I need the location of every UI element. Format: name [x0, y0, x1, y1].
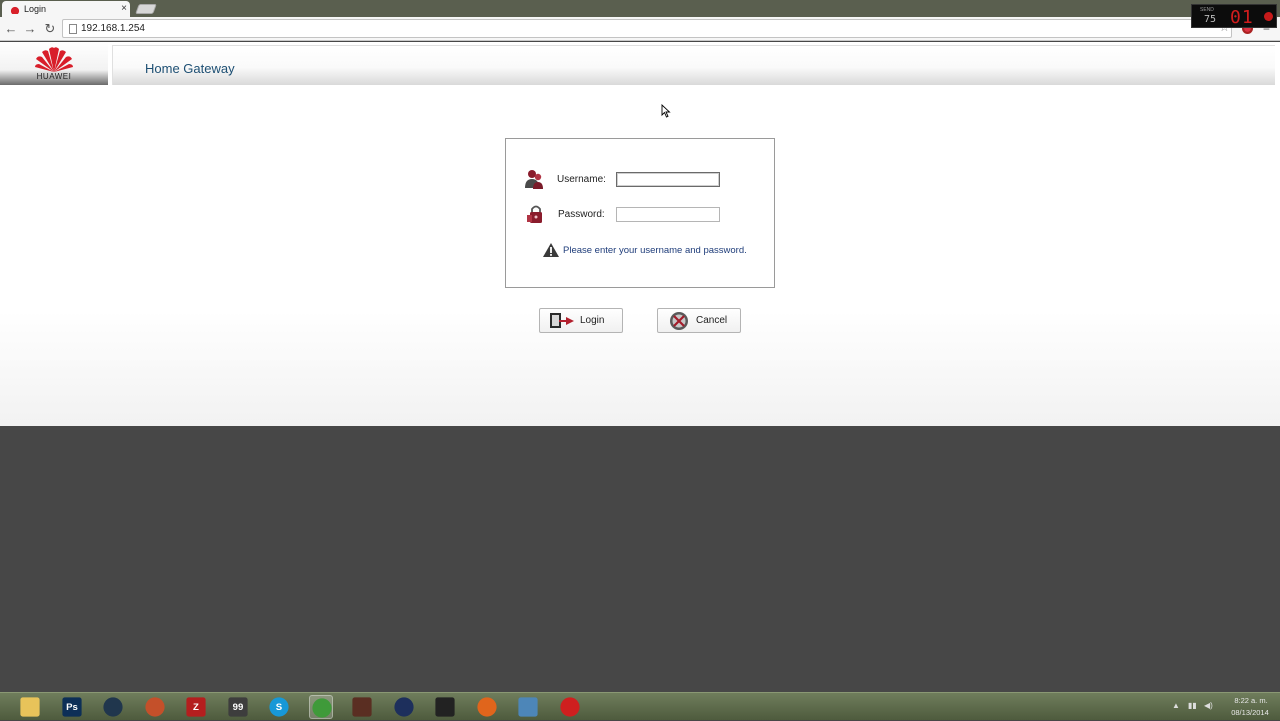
- cinema4d-icon: [394, 697, 414, 717]
- taskbar-item-app-orange[interactable]: [143, 695, 167, 719]
- password-lock-icon: [527, 205, 542, 223]
- login-door-icon: [550, 313, 574, 328]
- app-blue-icon: [518, 697, 538, 717]
- unity-icon: [435, 697, 455, 717]
- browser-toolbar: ← → ↻ 192.168.1.254: [0, 17, 1280, 41]
- taskbar-item-filezilla[interactable]: Z: [184, 695, 208, 719]
- taskbar-item-unity[interactable]: [433, 695, 457, 719]
- address-url[interactable]: 192.168.1.254: [81, 20, 145, 37]
- filezilla-icon: Z: [186, 697, 206, 717]
- cancel-button-label: Cancel: [696, 315, 728, 326]
- header-title-bar: Home Gateway: [112, 45, 1275, 85]
- reload-icon[interactable]: ↻: [42, 20, 58, 38]
- page-icon: [69, 24, 77, 34]
- username-input[interactable]: [616, 172, 720, 187]
- taskbar-item-file-explorer[interactable]: [18, 695, 42, 719]
- taskbar-item-chrome[interactable]: [309, 695, 333, 719]
- taskbar-item-firefox[interactable]: [475, 695, 499, 719]
- file-explorer-icon: [20, 697, 40, 717]
- taskbar-item-record[interactable]: [558, 695, 582, 719]
- user-icon: [525, 170, 543, 189]
- warning-icon: [543, 243, 559, 257]
- recorder-small-count: 75: [1204, 14, 1217, 25]
- taskbar-item-photoshop[interactable]: Ps: [60, 695, 84, 719]
- back-arrow-icon[interactable]: ←: [3, 20, 19, 38]
- app-dark-icon: 99: [228, 697, 248, 717]
- taskbar-item-skype[interactable]: S: [267, 695, 291, 719]
- tab-login[interactable]: Login ×: [2, 1, 130, 17]
- recorder-count: 01: [1230, 7, 1254, 28]
- gateway-header: HUAWEI Home Gateway: [0, 42, 1280, 86]
- volume-icon[interactable]: ◀): [1204, 701, 1213, 710]
- steam-icon: [103, 697, 123, 717]
- username-label: Username:: [557, 174, 606, 185]
- clock-date[interactable]: 08/13/2014: [1222, 708, 1278, 717]
- taskbar-item-steam[interactable]: [101, 695, 125, 719]
- record-icon: [560, 697, 580, 717]
- app-orange-icon: [145, 697, 165, 717]
- huawei-logo-icon: [35, 47, 73, 72]
- clock-time[interactable]: 8:22 a. m.: [1226, 696, 1276, 705]
- cancel-icon: [670, 312, 688, 330]
- password-label: Password:: [558, 209, 605, 220]
- firefox-icon: [477, 697, 497, 717]
- game-icon: [352, 697, 372, 717]
- taskbar-item-cinema4d[interactable]: [392, 695, 416, 719]
- system-tray: ▲ ▮▮ ◀) 8:22 a. m. 08/13/2014: [1168, 693, 1280, 721]
- photoshop-icon: Ps: [62, 697, 82, 717]
- taskbar-item-game[interactable]: [350, 695, 374, 719]
- windows-taskbar: Ps Z 99 S ▲ ▮▮ ◀) 8:22 a. m. 08/13/2014: [0, 692, 1280, 720]
- browser-tabstrip: Login ×: [0, 0, 1280, 17]
- network-signal-icon[interactable]: ▮▮: [1188, 701, 1197, 710]
- huawei-logo-block: HUAWEI: [0, 42, 108, 85]
- address-bar[interactable]: 192.168.1.254: [62, 19, 1232, 38]
- login-button-label: Login: [580, 315, 605, 326]
- login-message: Please enter your username and password.: [563, 245, 747, 256]
- mouse-cursor-icon: [661, 104, 671, 118]
- new-tab-button[interactable]: [135, 4, 157, 14]
- password-input[interactable]: [616, 207, 720, 222]
- tray-expand-icon[interactable]: ▲: [1172, 701, 1180, 710]
- login-panel: Username: Password: Please enter your us…: [505, 138, 775, 288]
- record-dot-icon: [1264, 12, 1273, 21]
- huawei-favicon-icon: [10, 4, 20, 14]
- page-content: HUAWEI Home Gateway Username: Password:: [0, 42, 1280, 426]
- recording-counter: SEND 75 01: [1191, 4, 1277, 28]
- skype-icon: S: [269, 697, 289, 717]
- taskbar-item-app-blue[interactable]: [516, 695, 540, 719]
- tab-title: Login: [24, 4, 47, 14]
- cancel-button[interactable]: Cancel: [657, 308, 741, 333]
- recorder-label: SEND: [1200, 7, 1214, 13]
- forward-arrow-icon[interactable]: →: [22, 20, 38, 38]
- tab-close-icon[interactable]: ×: [121, 1, 127, 17]
- chrome-icon: [312, 698, 332, 718]
- login-button[interactable]: Login: [539, 308, 623, 333]
- taskbar-item-app-dark[interactable]: 99: [226, 695, 250, 719]
- page-title: Home Gateway: [145, 61, 235, 76]
- brand-text: HUAWEI: [36, 72, 72, 81]
